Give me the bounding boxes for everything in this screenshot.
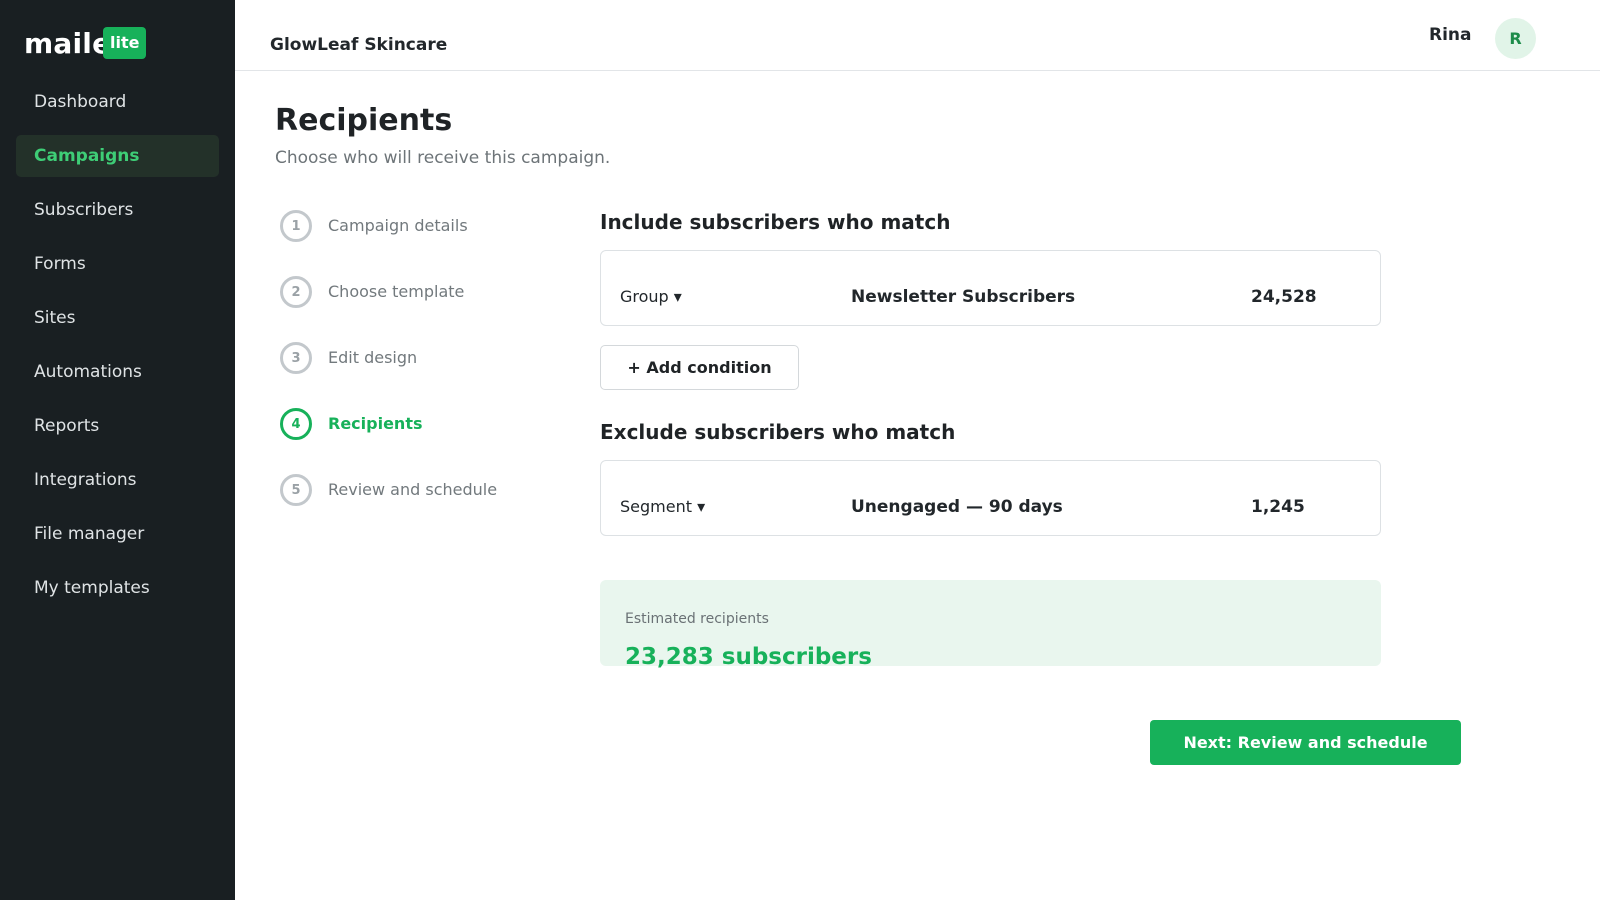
exclude-rule: Segment ▾ Unengaged — 90 days 1,245 bbox=[600, 460, 1381, 536]
sidebar-item-campaigns[interactable]: Campaigns bbox=[16, 135, 219, 177]
step-number: 3 bbox=[280, 342, 312, 374]
step-campaign-details[interactable]: 1 Campaign details bbox=[280, 210, 497, 276]
step-label: Review and schedule bbox=[328, 480, 498, 499]
sidebar: maile lite Dashboard Campaigns Subscribe… bbox=[0, 0, 235, 900]
step-label: Recipients bbox=[328, 414, 423, 433]
sidebar-item-reports[interactable]: Reports bbox=[16, 405, 219, 447]
sidebar-item-subscribers[interactable]: Subscribers bbox=[16, 189, 219, 231]
top-bar: GlowLeaf Skincare Rina R bbox=[235, 0, 1600, 71]
step-review-and-schedule[interactable]: 5 Review and schedule bbox=[280, 474, 497, 540]
include-field-select[interactable]: Group ▾ bbox=[620, 287, 682, 306]
wizard-steps: 1 Campaign details 2 Choose template 3 E… bbox=[280, 210, 497, 540]
exclude-field-select[interactable]: Segment ▾ bbox=[620, 497, 705, 516]
include-rule-value[interactable]: Newsletter Subscribers bbox=[851, 287, 1075, 307]
step-number: 2 bbox=[280, 276, 312, 308]
logo-text: maile bbox=[24, 26, 112, 60]
account-brand-name: GlowLeaf Skincare bbox=[270, 35, 448, 55]
user-name[interactable]: Rina bbox=[1429, 25, 1472, 45]
avatar[interactable]: R bbox=[1495, 18, 1536, 59]
step-label: Campaign details bbox=[328, 216, 468, 235]
step-edit-design[interactable]: 3 Edit design bbox=[280, 342, 497, 408]
logo-badge: lite bbox=[103, 27, 147, 59]
exclude-rule-count: 1,245 bbox=[1251, 497, 1305, 517]
sidebar-item-integrations[interactable]: Integrations bbox=[16, 459, 219, 501]
sidebar-item-automations[interactable]: Automations bbox=[16, 351, 219, 393]
step-number: 1 bbox=[280, 210, 312, 242]
logo[interactable]: maile lite bbox=[24, 26, 147, 60]
sidebar-item-sites[interactable]: Sites bbox=[16, 297, 219, 339]
exclude-rule-value[interactable]: Unengaged — 90 days bbox=[851, 497, 1063, 517]
page-title: Recipients bbox=[275, 103, 453, 138]
sidebar-nav: Dashboard Campaigns Subscribers Forms Si… bbox=[16, 81, 219, 621]
sidebar-item-forms[interactable]: Forms bbox=[16, 243, 219, 285]
include-section-title: Include subscribers who match bbox=[600, 210, 951, 234]
sidebar-item-dashboard[interactable]: Dashboard bbox=[16, 81, 219, 123]
sidebar-item-file-manager[interactable]: File manager bbox=[16, 513, 219, 555]
step-recipients[interactable]: 4 Recipients bbox=[280, 408, 497, 474]
exclude-section-title: Exclude subscribers who match bbox=[600, 420, 956, 444]
estimated-recipients-panel: Estimated recipients 23,283 subscribers bbox=[600, 580, 1381, 670]
page-subtitle: Choose who will receive this campaign. bbox=[275, 148, 611, 168]
step-number: 4 bbox=[280, 408, 312, 440]
estimate-value: 23,283 subscribers bbox=[625, 644, 872, 670]
step-label: Edit design bbox=[328, 348, 418, 367]
step-choose-template[interactable]: 2 Choose template bbox=[280, 276, 497, 342]
include-rule: Group ▾ Newsletter Subscribers 24,528 bbox=[600, 250, 1381, 326]
include-rule-count: 24,528 bbox=[1251, 287, 1317, 307]
estimate-label: Estimated recipients bbox=[625, 611, 769, 627]
next-review-button[interactable]: Next: Review and schedule bbox=[1150, 720, 1461, 765]
sidebar-item-my-templates[interactable]: My templates bbox=[16, 567, 219, 609]
add-condition-button[interactable]: + Add condition bbox=[600, 345, 799, 390]
step-label: Choose template bbox=[328, 282, 465, 301]
step-number: 5 bbox=[280, 474, 312, 506]
